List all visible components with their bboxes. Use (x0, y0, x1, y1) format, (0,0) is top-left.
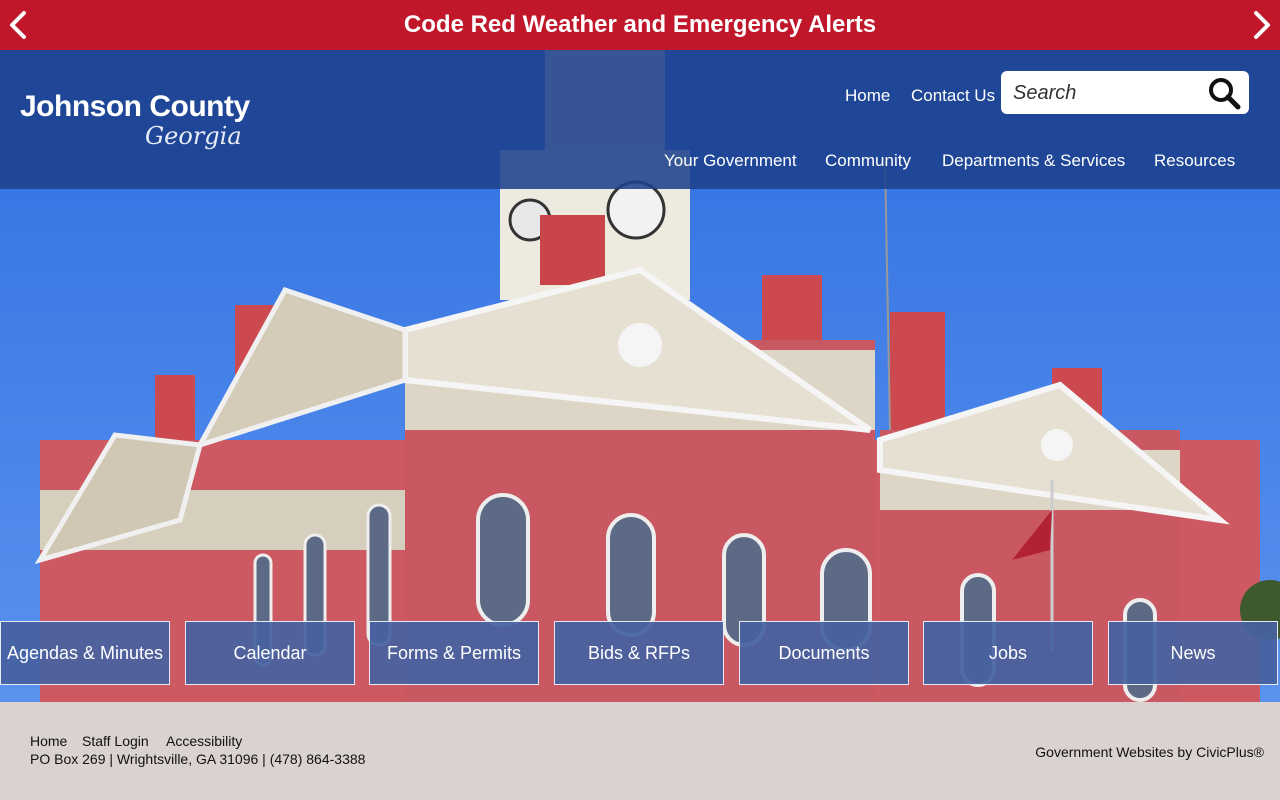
footer-link-home[interactable]: Home (30, 733, 67, 749)
alert-title[interactable]: Code Red Weather and Emergency Alerts (0, 0, 1280, 50)
emergency-alert-bar: Code Red Weather and Emergency Alerts (0, 0, 1280, 50)
quick-link-agendas-minutes[interactable]: Agendas & Minutes (0, 621, 170, 685)
nav-your-government[interactable]: Your Government (664, 151, 797, 171)
utility-link-home[interactable]: Home (845, 86, 890, 106)
footer-link-staff-login[interactable]: Staff Login (82, 733, 149, 749)
footer-credit-link[interactable]: Government Websites by CivicPlus® (1035, 744, 1264, 760)
quick-link-jobs[interactable]: Jobs (923, 621, 1093, 685)
quick-link-calendar[interactable]: Calendar (185, 621, 355, 685)
quick-link-bids-rfps[interactable]: Bids & RFPs (554, 621, 724, 685)
utility-link-contact-us[interactable]: Contact Us (911, 86, 995, 106)
search-icon[interactable] (1207, 76, 1241, 110)
site-footer: Home Staff Login Accessibility PO Box 26… (0, 702, 1280, 800)
quick-link-documents[interactable]: Documents (739, 621, 909, 685)
chevron-right-icon[interactable] (1244, 9, 1276, 41)
footer-link-accessibility[interactable]: Accessibility (166, 733, 242, 749)
nav-resources[interactable]: Resources (1154, 151, 1235, 171)
quick-link-news[interactable]: News (1108, 621, 1278, 685)
nav-departments-services[interactable]: Departments & Services (942, 151, 1125, 171)
footer-address: PO Box 269 | Wrightsville, GA 31096 | (4… (30, 751, 366, 767)
logo-title[interactable]: Johnson County (20, 90, 250, 124)
search-box (1001, 71, 1249, 114)
site-header: Johnson County Georgia Home Contact Us Y… (0, 50, 1280, 189)
search-input[interactable] (1011, 77, 1205, 109)
logo-subtitle[interactable]: Georgia (145, 122, 242, 150)
nav-community[interactable]: Community (825, 151, 911, 171)
quick-link-forms-permits[interactable]: Forms & Permits (369, 621, 539, 685)
